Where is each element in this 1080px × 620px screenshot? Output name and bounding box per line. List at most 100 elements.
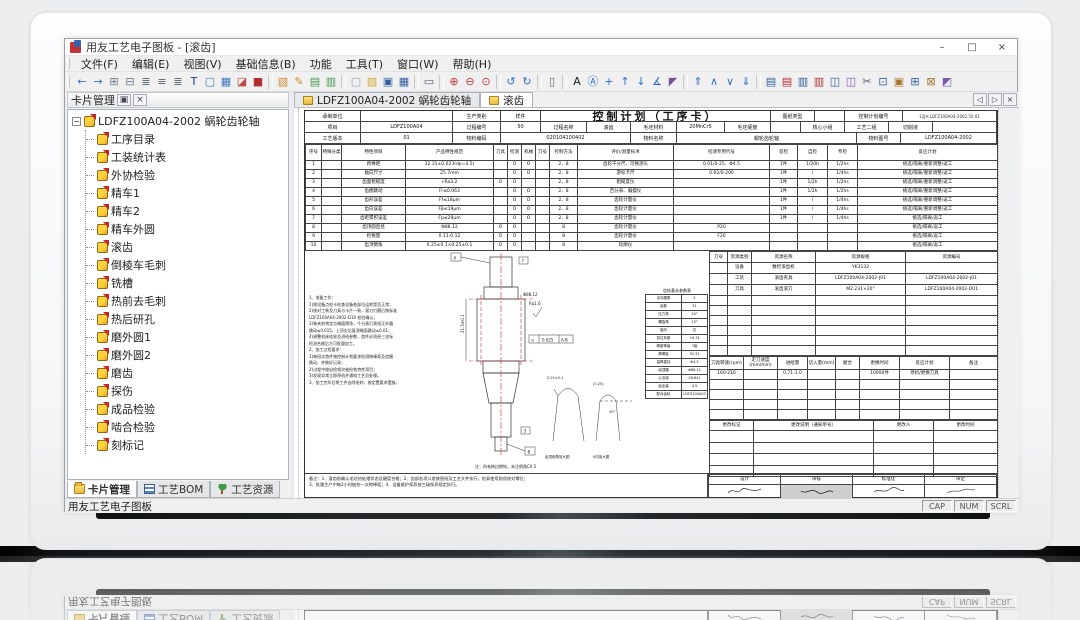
move-up-icon[interactable]: ∧ xyxy=(706,74,722,90)
tree-item[interactable]: 精车1 xyxy=(86,184,288,202)
tree-item[interactable]: 精车2 xyxy=(86,202,288,220)
insert-grid-icon[interactable]: ▦ xyxy=(218,74,234,90)
tree-item[interactable]: 精车外圆 xyxy=(86,220,288,238)
card-props-icon[interactable]: ◩ xyxy=(939,74,955,90)
col-insert-icon[interactable]: ▥ xyxy=(795,74,811,90)
zoom-in-icon[interactable]: ⊕ xyxy=(446,74,462,90)
process-card-page[interactable]: 承制单位生产类别样件控制计划（工序卡）图纸类型控制计划编号12JH.LDFZ10… xyxy=(304,110,998,498)
tree-item[interactable]: 滚齿 xyxy=(86,238,288,256)
preview-icon[interactable]: ▯ xyxy=(544,74,560,90)
minimize-button[interactable]: – xyxy=(927,39,957,55)
document-tab[interactable]: 滚齿 xyxy=(480,92,533,107)
cell-border-icon[interactable]: ⊞ xyxy=(106,74,122,90)
redo-icon[interactable]: ↻ xyxy=(519,74,535,90)
move-bottom-icon[interactable]: ⇓ xyxy=(738,74,754,90)
image-insert-icon[interactable]: ▤ xyxy=(307,74,323,90)
close-button[interactable]: × xyxy=(987,39,1017,55)
tab-prev-icon[interactable]: ◁ xyxy=(973,93,987,106)
row-insert-icon[interactable]: ▤ xyxy=(763,74,779,90)
pencil-icon[interactable]: ✎ xyxy=(291,74,307,90)
split-cells-icon[interactable]: ◫ xyxy=(843,74,859,90)
tree-item[interactable]: 磨外圆2 xyxy=(86,346,288,364)
menu-item[interactable]: 文件(F) xyxy=(74,56,125,72)
separator[interactable] xyxy=(537,75,542,89)
menu-item[interactable]: 窗口(W) xyxy=(390,56,445,72)
tree-item[interactable]: 探伤 xyxy=(86,382,288,400)
tab-next-icon[interactable]: ▷ xyxy=(988,93,1002,106)
separator[interactable] xyxy=(756,75,761,89)
menu-item[interactable]: 基础信息(B) xyxy=(229,56,303,72)
separator[interactable] xyxy=(268,75,273,89)
cut-icon[interactable]: ✂ xyxy=(859,74,875,90)
menu-item[interactable]: 工具(T) xyxy=(339,56,390,72)
symbol-down-icon[interactable]: ↓ xyxy=(633,74,649,90)
move-top-icon[interactable]: ⇑ xyxy=(690,74,706,90)
paste-icon[interactable]: ▣ xyxy=(891,74,907,90)
sidebar-tab[interactable]: 工艺资源 xyxy=(210,481,280,498)
col-delete-icon[interactable]: ▥ xyxy=(811,74,827,90)
new-file-icon[interactable]: ▢ xyxy=(348,74,364,90)
expander-icon[interactable]: − xyxy=(72,117,81,126)
move-down-icon[interactable]: ∨ xyxy=(722,74,738,90)
align-bottom-icon[interactable]: ≣ xyxy=(170,74,186,90)
image-export-icon[interactable]: ▥ xyxy=(323,74,339,90)
copy-icon[interactable]: ⊡ xyxy=(875,74,891,90)
sidebar-tab[interactable]: 工艺BOM xyxy=(137,481,210,498)
tree-item[interactable]: 倒棱车毛刺 xyxy=(86,256,288,274)
panel-close-icon[interactable]: × xyxy=(133,94,147,106)
align-middle-icon[interactable]: ≡ xyxy=(154,74,170,90)
tree-item[interactable]: 磨齿 xyxy=(86,364,288,382)
delete-block-icon[interactable]: ■ xyxy=(250,74,266,90)
text-tool-icon[interactable]: T xyxy=(186,74,202,90)
undo-icon[interactable]: ↺ xyxy=(503,74,519,90)
tree-item[interactable]: 工装统计表 xyxy=(86,148,288,166)
tree-item[interactable]: 成品检验 xyxy=(86,400,288,418)
row-delete-icon[interactable]: ▤ xyxy=(779,74,795,90)
separator[interactable] xyxy=(414,75,419,89)
separator[interactable] xyxy=(683,75,688,89)
tree-item[interactable]: 刻标记 xyxy=(86,436,288,454)
sidebar-tab[interactable]: 卡片管理 xyxy=(67,481,137,498)
menu-item[interactable]: 帮助(H) xyxy=(446,56,499,72)
zoom-out-icon[interactable]: ⊖ xyxy=(462,74,478,90)
restore-button[interactable]: □ xyxy=(957,39,987,55)
separator[interactable] xyxy=(562,75,567,89)
zoom-fit-icon[interactable]: ⊙ xyxy=(478,74,494,90)
paste-card-icon[interactable]: ⊠ xyxy=(923,74,939,90)
tree-item[interactable]: 热后研孔 xyxy=(86,310,288,328)
separator[interactable] xyxy=(341,75,346,89)
save-all-icon[interactable]: ▦ xyxy=(396,74,412,90)
select-region-icon[interactable]: ▧ xyxy=(275,74,291,90)
symbol-up-icon[interactable]: ↑ xyxy=(617,74,633,90)
menu-item[interactable]: 视图(V) xyxy=(176,56,228,72)
save-icon[interactable]: ▣ xyxy=(380,74,396,90)
separator[interactable] xyxy=(439,75,444,89)
eraser-icon[interactable]: ◪ xyxy=(234,74,250,90)
insert-frame-icon[interactable]: ▢ xyxy=(202,74,218,90)
tree-item[interactable]: 工序目录 xyxy=(86,130,288,148)
flag-icon[interactable]: ◤ xyxy=(665,74,681,90)
symbol-angle-icon[interactable]: ∡ xyxy=(649,74,665,90)
tree-item[interactable]: 外协检验 xyxy=(86,166,288,184)
nav-forward-icon[interactable]: → xyxy=(90,74,106,90)
tree-root[interactable]: − LDFZ100A04-2002 蜗轮齿轮轴 xyxy=(72,112,288,130)
document-tab[interactable]: LDFZ100A04-2002 蜗轮齿轮轴 xyxy=(294,92,480,107)
font-icon[interactable]: A xyxy=(569,74,585,90)
tab-close-icon[interactable]: × xyxy=(1003,93,1017,106)
menu-item[interactable]: 功能 xyxy=(303,56,339,72)
nav-back-icon[interactable]: ← xyxy=(74,74,90,90)
char-map-icon[interactable]: Ⓐ xyxy=(585,74,601,90)
tree-item[interactable]: 热前去毛刺 xyxy=(86,292,288,310)
open-file-icon[interactable]: ▨ xyxy=(364,74,380,90)
symbol-plus-icon[interactable]: + xyxy=(601,74,617,90)
print-icon[interactable]: ▭ xyxy=(421,74,437,90)
align-top-icon[interactable]: ≣ xyxy=(138,74,154,90)
cell-shade-icon[interactable]: ⊟ xyxy=(122,74,138,90)
copy-card-icon[interactable]: ⊞ xyxy=(907,74,923,90)
tree-item[interactable]: 磨外圆1 xyxy=(86,328,288,346)
separator[interactable] xyxy=(496,75,501,89)
dock-pin-icon[interactable]: ▣ xyxy=(117,94,131,106)
menu-item[interactable]: 编辑(E) xyxy=(125,56,177,72)
merge-cells-icon[interactable]: ◫ xyxy=(827,74,843,90)
tree-item[interactable]: 啮合检验 xyxy=(86,418,288,436)
